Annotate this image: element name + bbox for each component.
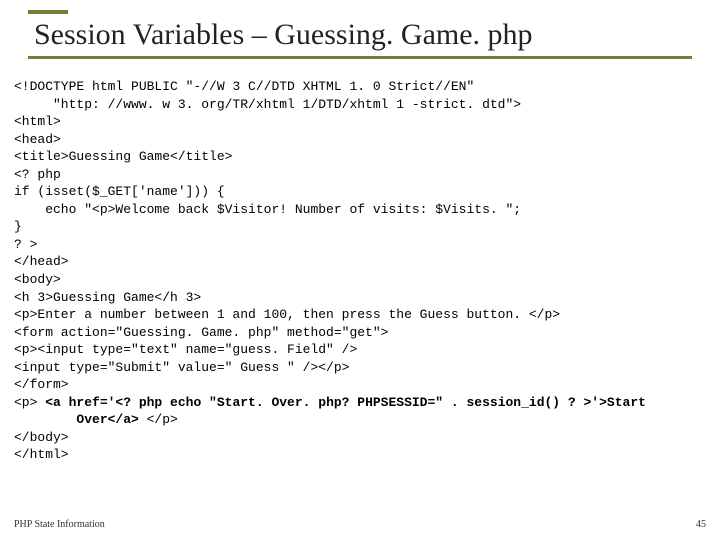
code-line: <form action="Guessing. Game. php" metho… (14, 325, 388, 340)
code-line: </html> (14, 447, 69, 462)
code-line: } (14, 219, 22, 234)
code-line: </body> (14, 430, 69, 445)
footer-left: PHP State Information (14, 519, 105, 530)
code-line: echo "<p>Welcome back $Visitor! Number o… (14, 202, 521, 217)
code-line: </p> (139, 412, 178, 427)
code-line: ? > (14, 237, 37, 252)
code-line-bold: Over</a> (14, 412, 139, 427)
code-line: <p><input type="text" name="guess. Field… (14, 342, 357, 357)
code-line: <title>Guessing Game</title> (14, 149, 232, 164)
code-line: </form> (14, 377, 69, 392)
code-block: <!DOCTYPE html PUBLIC "-//W 3 C//DTD XHT… (14, 78, 706, 464)
code-line: <input type="Submit" value=" Guess " /><… (14, 360, 349, 375)
code-line: "http: //www. w 3. org/TR/xhtml 1/DTD/xh… (14, 97, 521, 112)
code-line: </head> (14, 254, 69, 269)
code-line: <html> (14, 114, 61, 129)
code-line: <head> (14, 132, 61, 147)
title-block: Session Variables – Guessing. Game. php (28, 10, 692, 59)
slide: Session Variables – Guessing. Game. php … (0, 0, 720, 540)
code-line: if (isset($_GET['name'])) { (14, 184, 225, 199)
code-line: <? php (14, 167, 61, 182)
code-line: <p>Enter a number between 1 and 100, the… (14, 307, 560, 322)
slide-title: Session Variables – Guessing. Game. php (28, 14, 692, 59)
code-line-bold: <a href='<? php echo "Start. Over. php? … (45, 395, 646, 410)
code-line: <body> (14, 272, 61, 287)
code-line: <h 3>Guessing Game</h 3> (14, 290, 201, 305)
slide-number: 45 (696, 519, 706, 530)
code-line: <!DOCTYPE html PUBLIC "-//W 3 C//DTD XHT… (14, 79, 474, 94)
code-line: <p> (14, 395, 45, 410)
